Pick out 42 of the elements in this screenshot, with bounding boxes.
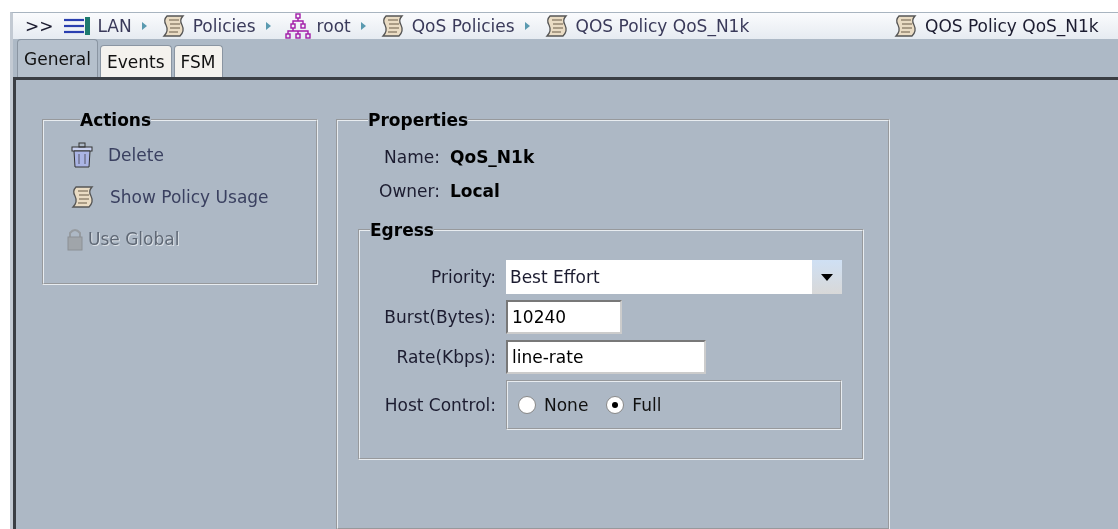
field-value: Local [450, 181, 500, 201]
scroll-icon [70, 185, 96, 209]
separator-icon [524, 22, 530, 30]
scroll-icon [379, 14, 406, 38]
action-link[interactable]: Show Policy Usage [70, 180, 316, 214]
tab[interactable]: Events [100, 45, 172, 77]
radio-button[interactable]: None [518, 395, 589, 415]
breadcrumb-item[interactable]: LAN [97, 16, 132, 36]
scroll-icon [893, 14, 919, 38]
group-title: Properties [368, 110, 469, 130]
field-label: Host Control: [383, 395, 496, 415]
field-label: Owner: [378, 181, 440, 201]
group-title: Actions [80, 110, 152, 130]
tree-icon [284, 13, 311, 39]
expand-toggle[interactable]: >> [25, 16, 54, 36]
scroll-icon [160, 14, 187, 38]
action-link[interactable]: Delete [70, 138, 316, 172]
breadcrumb-item[interactable]: root [316, 16, 351, 36]
trash-icon [70, 141, 94, 169]
dropdown-arrow-icon [821, 273, 833, 281]
breadcrumb-item[interactable]: QOS Policy QoS_N1k [575, 16, 750, 36]
separator-icon [141, 22, 147, 30]
group-title: Egress [370, 220, 434, 240]
field-value: QoS_N1k [450, 147, 535, 167]
list-icon [61, 17, 92, 35]
separator-icon [360, 22, 366, 30]
separator-icon [265, 22, 271, 30]
tab[interactable]: General [17, 39, 98, 77]
field-label: Burst(Bytes): [383, 307, 496, 327]
field-label: Priority: [430, 267, 496, 287]
input-field[interactable]: line-rate [506, 340, 706, 374]
scroll-icon [543, 14, 570, 38]
page-title: QOS Policy QoS_N1k [925, 16, 1099, 36]
field-label: Name: [383, 147, 440, 167]
breadcrumb-item[interactable]: QoS Policies [411, 16, 515, 36]
priority-dropdown[interactable]: Best Effort [506, 260, 842, 294]
lock-icon [66, 227, 84, 251]
input-field[interactable]: 10240 [506, 300, 622, 334]
radio-button[interactable]: Full [606, 395, 662, 415]
breadcrumb-item[interactable]: Policies [192, 16, 256, 36]
tab[interactable]: FSM [173, 45, 223, 77]
field-label: Rate(Kbps): [395, 347, 496, 367]
